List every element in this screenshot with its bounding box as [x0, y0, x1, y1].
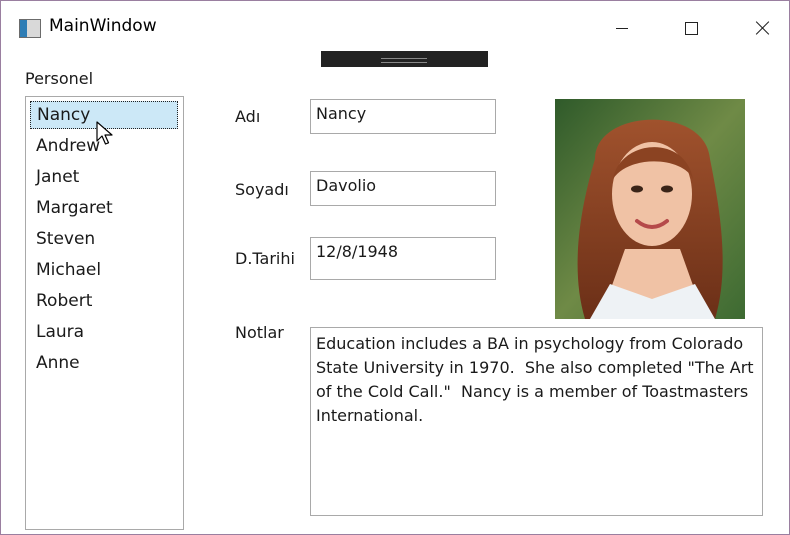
window-title: MainWindow	[49, 16, 157, 36]
list-item[interactable]: Anne	[30, 349, 178, 377]
list-item[interactable]: Michael	[30, 256, 178, 284]
list-item[interactable]: Steven	[30, 225, 178, 253]
app-icon	[19, 19, 41, 38]
drag-handle[interactable]	[321, 51, 488, 67]
close-button[interactable]	[740, 9, 786, 47]
title-bar[interactable]: MainWindow	[1, 1, 789, 55]
first-name-field[interactable]: Nancy	[310, 99, 496, 134]
notes-label: Notlar	[235, 323, 284, 342]
personel-label: Personel	[25, 69, 94, 88]
list-item[interactable]: Laura	[30, 318, 178, 346]
employee-photo	[555, 99, 745, 319]
notes-textarea[interactable]: Education includes a BA in psychology fr…	[310, 327, 763, 516]
main-window: MainWindow Personel Nancy Andrew Janet M…	[0, 0, 790, 535]
last-name-label: Soyadı	[235, 180, 289, 199]
personel-listbox[interactable]: Nancy Andrew Janet Margaret Steven Micha…	[25, 96, 184, 530]
birth-date-field[interactable]: 12/8/1948	[310, 237, 496, 280]
maximize-button[interactable]	[668, 9, 714, 47]
birth-date-label: D.Tarihi	[235, 249, 295, 268]
first-name-label: Adı	[235, 107, 261, 126]
close-icon	[756, 21, 770, 35]
maximize-icon	[684, 21, 698, 35]
list-item[interactable]: Janet	[30, 163, 178, 191]
minimize-icon	[616, 27, 628, 29]
mouse-cursor-icon	[96, 121, 113, 145]
last-name-field[interactable]: Davolio	[310, 171, 496, 206]
minimize-button[interactable]	[599, 9, 645, 47]
list-item[interactable]: Robert	[30, 287, 178, 315]
list-item[interactable]: Margaret	[30, 194, 178, 222]
